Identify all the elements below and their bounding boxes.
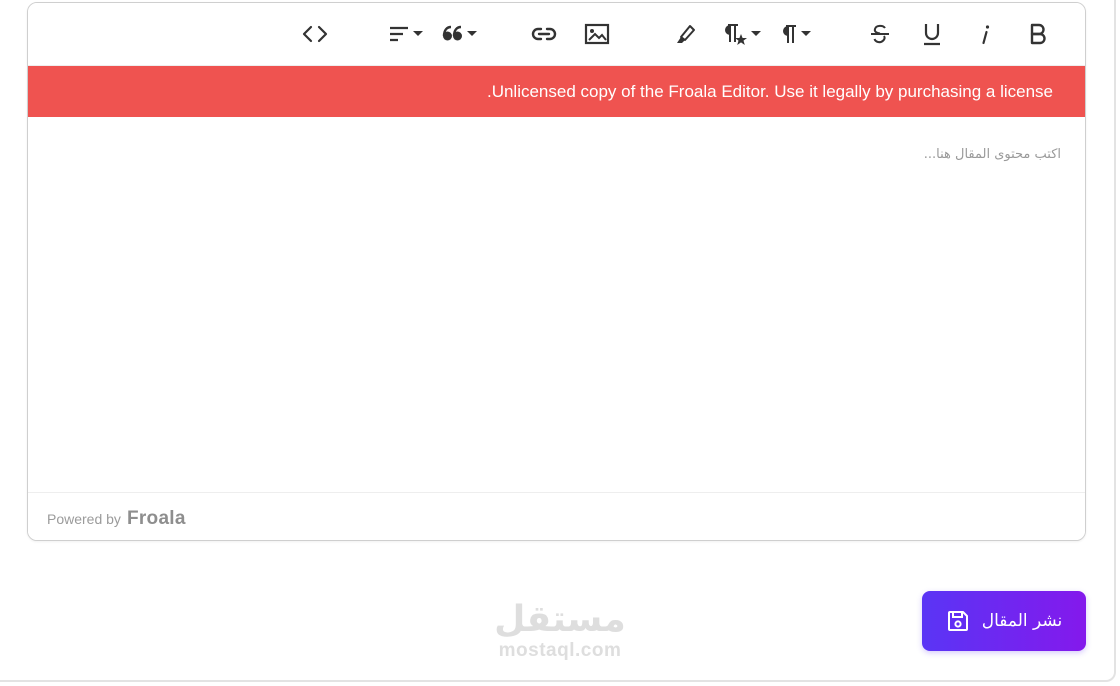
paragraph-format-button[interactable] xyxy=(774,17,816,51)
paragraph-icon xyxy=(782,25,796,43)
editor-placeholder: اكتب محتوى المقال هنا... xyxy=(923,147,1061,162)
insert-link-button[interactable] xyxy=(527,17,561,51)
chevron-down-icon xyxy=(466,31,477,36)
strikethrough-button[interactable] xyxy=(863,17,897,51)
rich-text-editor: .Unlicensed copy of the Froala Editor. U… xyxy=(27,2,1086,541)
license-banner-text: .Unlicensed copy of the Froala Editor. U… xyxy=(486,81,1053,101)
watermark-latin: mostaql.com xyxy=(498,640,622,661)
quote-button[interactable] xyxy=(438,17,480,51)
publish-article-button[interactable]: نشر المقال xyxy=(922,591,1086,651)
link-icon xyxy=(531,27,557,41)
bold-icon xyxy=(1030,23,1046,45)
insert-image-button[interactable] xyxy=(580,17,614,51)
code-icon xyxy=(302,25,328,43)
froala-logo: Froala xyxy=(126,508,186,529)
quote-icon xyxy=(442,25,462,41)
underline-button[interactable] xyxy=(915,17,949,51)
image-icon xyxy=(584,23,610,45)
background-color-button[interactable] xyxy=(668,17,702,51)
powered-by-text: Powered by xyxy=(47,511,121,527)
editor-content-area[interactable]: اكتب محتوى المقال هنا... xyxy=(28,117,1085,491)
strikethrough-icon xyxy=(871,24,889,44)
highlighter-icon xyxy=(677,25,695,43)
code-view-button[interactable] xyxy=(298,17,332,51)
italic-icon xyxy=(982,25,990,45)
chevron-down-icon xyxy=(750,31,761,36)
chevron-down-icon xyxy=(412,31,423,36)
editor-toolbar xyxy=(28,3,1085,66)
align-button[interactable] xyxy=(384,17,426,51)
powered-by-link[interactable]: Powered by Froala xyxy=(47,508,186,530)
save-icon xyxy=(947,611,968,631)
bold-button[interactable] xyxy=(1021,17,1055,51)
publish-label: نشر المقال xyxy=(981,611,1063,631)
align-icon xyxy=(389,26,408,42)
paragraph-style-button[interactable] xyxy=(718,17,762,51)
underline-icon xyxy=(924,24,940,46)
chevron-down-icon xyxy=(800,31,811,36)
italic-button[interactable] xyxy=(968,17,1002,51)
paragraph-style-icon xyxy=(724,24,747,45)
mostaql-watermark: مستقل mostaql.com xyxy=(490,600,630,662)
watermark-arabic: مستقل xyxy=(494,599,626,640)
editor-footer: Powered by Froala xyxy=(28,492,1085,540)
license-banner: .Unlicensed copy of the Froala Editor. U… xyxy=(28,66,1085,117)
